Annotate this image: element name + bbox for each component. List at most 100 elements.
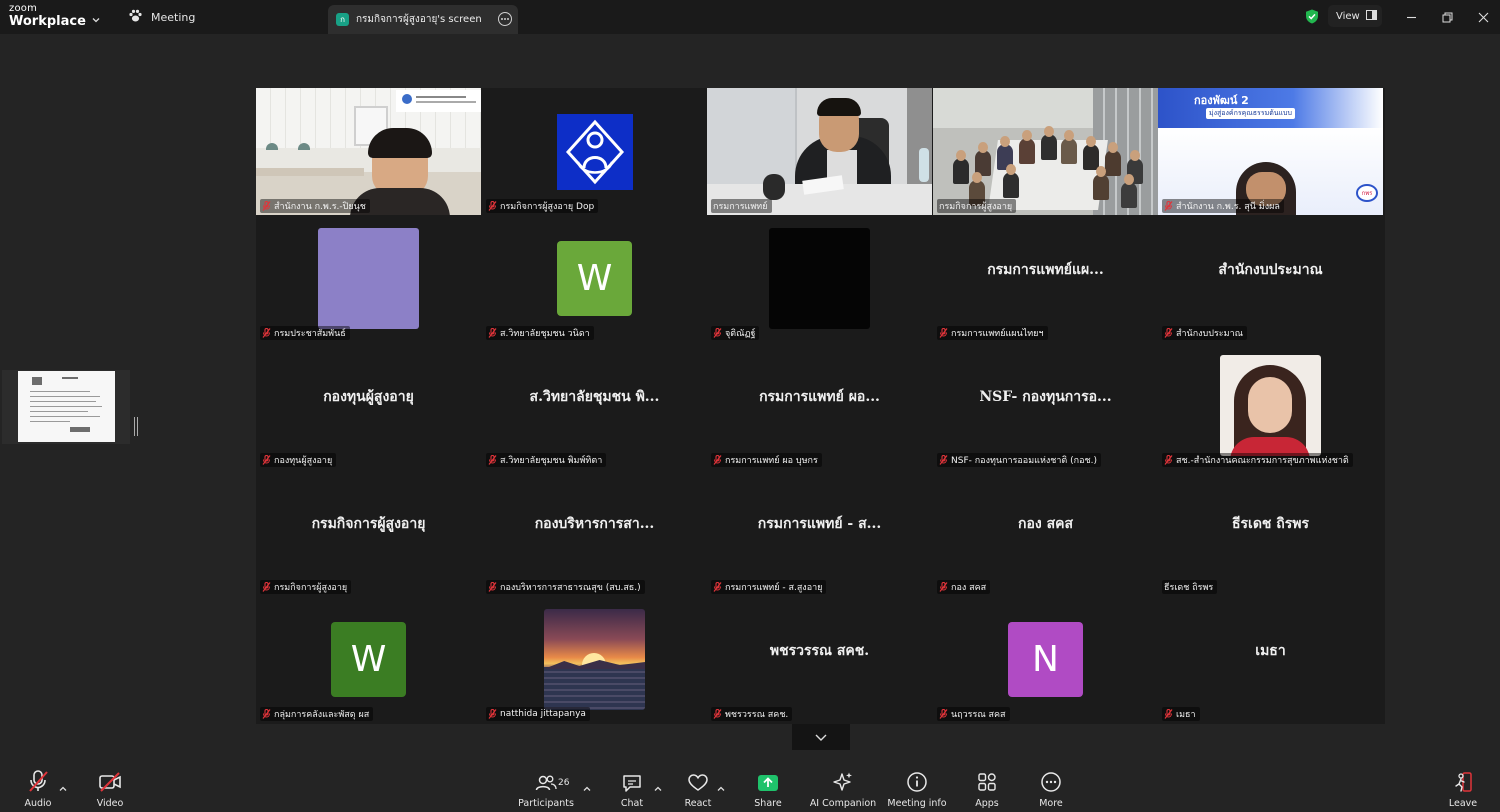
leave-button[interactable]: Leave: [1448, 765, 1478, 812]
view-layout-icon: [1365, 9, 1377, 23]
participant-name: ส.วิทยาลัยชุมชน พิมพ์ทิตา: [500, 456, 603, 466]
ai-companion-button[interactable]: AI Companion: [810, 765, 876, 812]
participant-name-label: สำนักงาน ก.พ.ร. สุนี มิ่งผล: [1162, 199, 1284, 213]
participant-name-label: กอง สคส: [937, 580, 991, 594]
shared-screen-tab[interactable]: ก กรมกิจการผู้สูงอายุ's screen: [328, 5, 518, 34]
participant-name: ส.วิทยาลัยชุมชน วนิดา: [500, 329, 590, 339]
participant-name: สำนักงาน ก.พ.ร. สุนี มิ่งผล: [1176, 202, 1280, 212]
participant-name-label: เมธา: [1162, 707, 1200, 721]
participant-tile[interactable]: กรมกิจการผู้สูงอายุ: [933, 88, 1158, 215]
meeting-tab[interactable]: Meeting: [128, 9, 195, 26]
mic-muted-icon: [262, 327, 271, 338]
participant-tile[interactable]: กรมการแพทย์: [707, 88, 932, 215]
participant-name-label: กรมการแพทย์ ผอ บุษกร: [711, 453, 822, 467]
chat-options-caret-icon[interactable]: [653, 779, 663, 791]
participant-name-label: กรมกิจการผู้สูงอายุ: [260, 580, 352, 594]
participant-name: กองบริหารการสาธารณสุข (สบ.สธ.): [500, 583, 641, 593]
participant-name-label: กรมประชาสัมพันธ์: [260, 326, 350, 340]
participant-name-label: สำนักงาน ก.พ.ร.-ปิยนุช: [260, 199, 370, 213]
mic-muted-icon: [939, 708, 948, 719]
participant-name: ธีรเดช ถิรพร: [1164, 583, 1214, 593]
participant-name: พชรวรรณ สคช.: [725, 710, 789, 720]
chevron-down-icon[interactable]: [91, 10, 101, 29]
mic-muted-icon: [27, 765, 49, 793]
mic-muted-icon: [1164, 200, 1173, 211]
participant-tile[interactable]: กรมการแพทย์แผ... กรมการแพทย์แผนไทยฯ: [933, 215, 1158, 342]
view-button[interactable]: View: [1328, 5, 1382, 27]
collapse-gallery-button[interactable]: [792, 724, 850, 750]
participant-tile[interactable]: N นฤวรรณ สคส: [933, 596, 1158, 723]
minimize-icon[interactable]: [1402, 8, 1420, 26]
participant-tile[interactable]: กรมกิจการผู้สูงอายุ Dop: [482, 88, 707, 215]
participant-display-name: กองบริหารการสา...: [534, 516, 655, 532]
participant-tile[interactable]: กรมประชาสัมพันธ์: [256, 215, 481, 342]
participant-display-name: กรมการแพทย์ - ส...: [757, 516, 882, 532]
encryption-shield-icon[interactable]: [1305, 9, 1319, 28]
leave-icon: [1452, 765, 1474, 793]
mic-muted-icon: [713, 327, 722, 338]
video-button[interactable]: Video: [94, 765, 126, 812]
apps-icon: [976, 765, 998, 793]
avatar: [769, 228, 870, 329]
participant-tile[interactable]: กองทุนผู้สูงอายุ กองทุนผู้สูงอายุ: [256, 342, 481, 469]
brand-workplace-text: Workplace: [9, 14, 86, 29]
close-icon[interactable]: [1474, 8, 1492, 26]
participants-button[interactable]: Participants: [518, 765, 574, 812]
participant-tile[interactable]: สช.-สำนักงานคณะกรรมการสุขภาพแห่งชาติ: [1158, 342, 1383, 469]
avatar: W: [557, 241, 632, 316]
mic-muted-icon: [488, 327, 497, 338]
participant-name: กรมการแพทย์ - ส.สูงอายุ: [725, 583, 823, 593]
participant-name: กรมกิจการผู้สูงอายุ: [939, 202, 1013, 212]
participant-tile[interactable]: กรมการแพทย์ ผอ... กรมการแพทย์ ผอ บุษกร: [707, 342, 932, 469]
more-options-icon[interactable]: [498, 12, 512, 26]
avatar: N: [1008, 622, 1083, 697]
participant-name-label: ส.วิทยาลัยชุมชน พิมพ์ทิตา: [486, 453, 607, 467]
shared-screen-thumbnail[interactable]: [2, 370, 130, 444]
participant-tile[interactable]: ธีรเดช ถิรพร ธีรเดช ถิรพร: [1158, 469, 1383, 596]
restore-icon[interactable]: [1438, 8, 1456, 26]
chat-button[interactable]: Chat: [617, 765, 647, 812]
thumbnail-resize-handle[interactable]: [134, 417, 138, 436]
participant-display-name: กอง สคส: [1017, 516, 1074, 532]
participant-tile[interactable]: พชรวรรณ สคช. พชรวรรณ สคช.: [707, 596, 932, 723]
participant-gallery: สำนักงาน ก.พ.ร.-ปิยนุชกรมกิจการผู้สูงอาย…: [256, 88, 1385, 724]
paw-icon: [128, 9, 143, 26]
participant-name: กรมการแพทย์แผนไทยฯ: [951, 329, 1044, 339]
meeting-info-button[interactable]: Meeting info: [887, 765, 947, 812]
participant-tile[interactable]: เมธา เมธา: [1158, 596, 1383, 723]
participant-tile[interactable]: สำนักงาน ก.พ.ร.-ปิยนุช: [256, 88, 481, 215]
audio-options-caret-icon[interactable]: [58, 779, 68, 791]
meeting-toolbar: Audio Video Participants 26 Chat React S…: [0, 765, 1500, 812]
participant-name-label: กรมกิจการผู้สูงอายุ Dop: [486, 199, 599, 213]
participant-tile[interactable]: กองพัฒน์ 2 มุ่งสู่องค์กรคุณธรรมต้นแบบ กพรส…: [1158, 88, 1383, 215]
participant-tile[interactable]: กรมการแพทย์ - ส... กรมการแพทย์ - ส.สูงอาย…: [707, 469, 932, 596]
video-off-icon: [98, 765, 122, 793]
mic-muted-icon: [713, 581, 722, 592]
participant-tile[interactable]: W ส.วิทยาลัยชุมชน วนิดา: [482, 215, 707, 342]
participant-tile[interactable]: W กลุ่มการคลังและพัสดุ ผส: [256, 596, 481, 723]
audio-label: Audio: [24, 798, 52, 809]
participant-tile[interactable]: กอง สคส กอง สคส: [933, 469, 1158, 596]
participant-name-label: จุติณัฏฐ์: [711, 326, 760, 340]
mic-muted-icon: [939, 454, 948, 465]
participant-tile[interactable]: ส.วิทยาลัยชุมชน พิ... ส.วิทยาลัยชุมชน พิม…: [482, 342, 707, 469]
zoom-workplace-logo: zoom Workplace: [9, 4, 86, 29]
participant-tile[interactable]: กองบริหารการสา... กองบริหารการสาธารณสุข (…: [482, 469, 707, 596]
participant-name-label: สช.-สำนักงานคณะกรรมการสุขภาพแห่งชาติ: [1162, 453, 1353, 467]
participant-name-label: ส.วิทยาลัยชุมชน วนิดา: [486, 326, 594, 340]
participant-tile[interactable]: NSF- กองทุนการอ... NSF- กองทุนการออมแห่งช…: [933, 342, 1158, 469]
participant-tile[interactable]: จุติณัฏฐ์: [707, 215, 932, 342]
participant-tile[interactable]: สำนักงบประมาณ สำนักงบประมาณ: [1158, 215, 1383, 342]
participant-name-label: กองบริหารการสาธารณสุข (สบ.สธ.): [486, 580, 645, 594]
react-options-caret-icon[interactable]: [716, 779, 726, 791]
participant-name-label: พชรวรรณ สคช.: [711, 707, 793, 721]
more-button[interactable]: More: [1036, 765, 1066, 812]
apps-button[interactable]: Apps: [972, 765, 1002, 812]
share-button[interactable]: Share: [753, 765, 783, 812]
participants-options-caret-icon[interactable]: [582, 779, 592, 791]
banner-subtitle: มุ่งสู่องค์กรคุณธรรมต้นแบบ: [1206, 108, 1295, 119]
participant-tile[interactable]: กรมกิจการผู้สูงอายุ กรมกิจการผู้สูงอายุ: [256, 469, 481, 596]
participant-tile[interactable]: natthida jittapanya: [482, 596, 707, 723]
audio-button[interactable]: Audio: [22, 765, 54, 812]
react-button[interactable]: React: [683, 765, 713, 812]
